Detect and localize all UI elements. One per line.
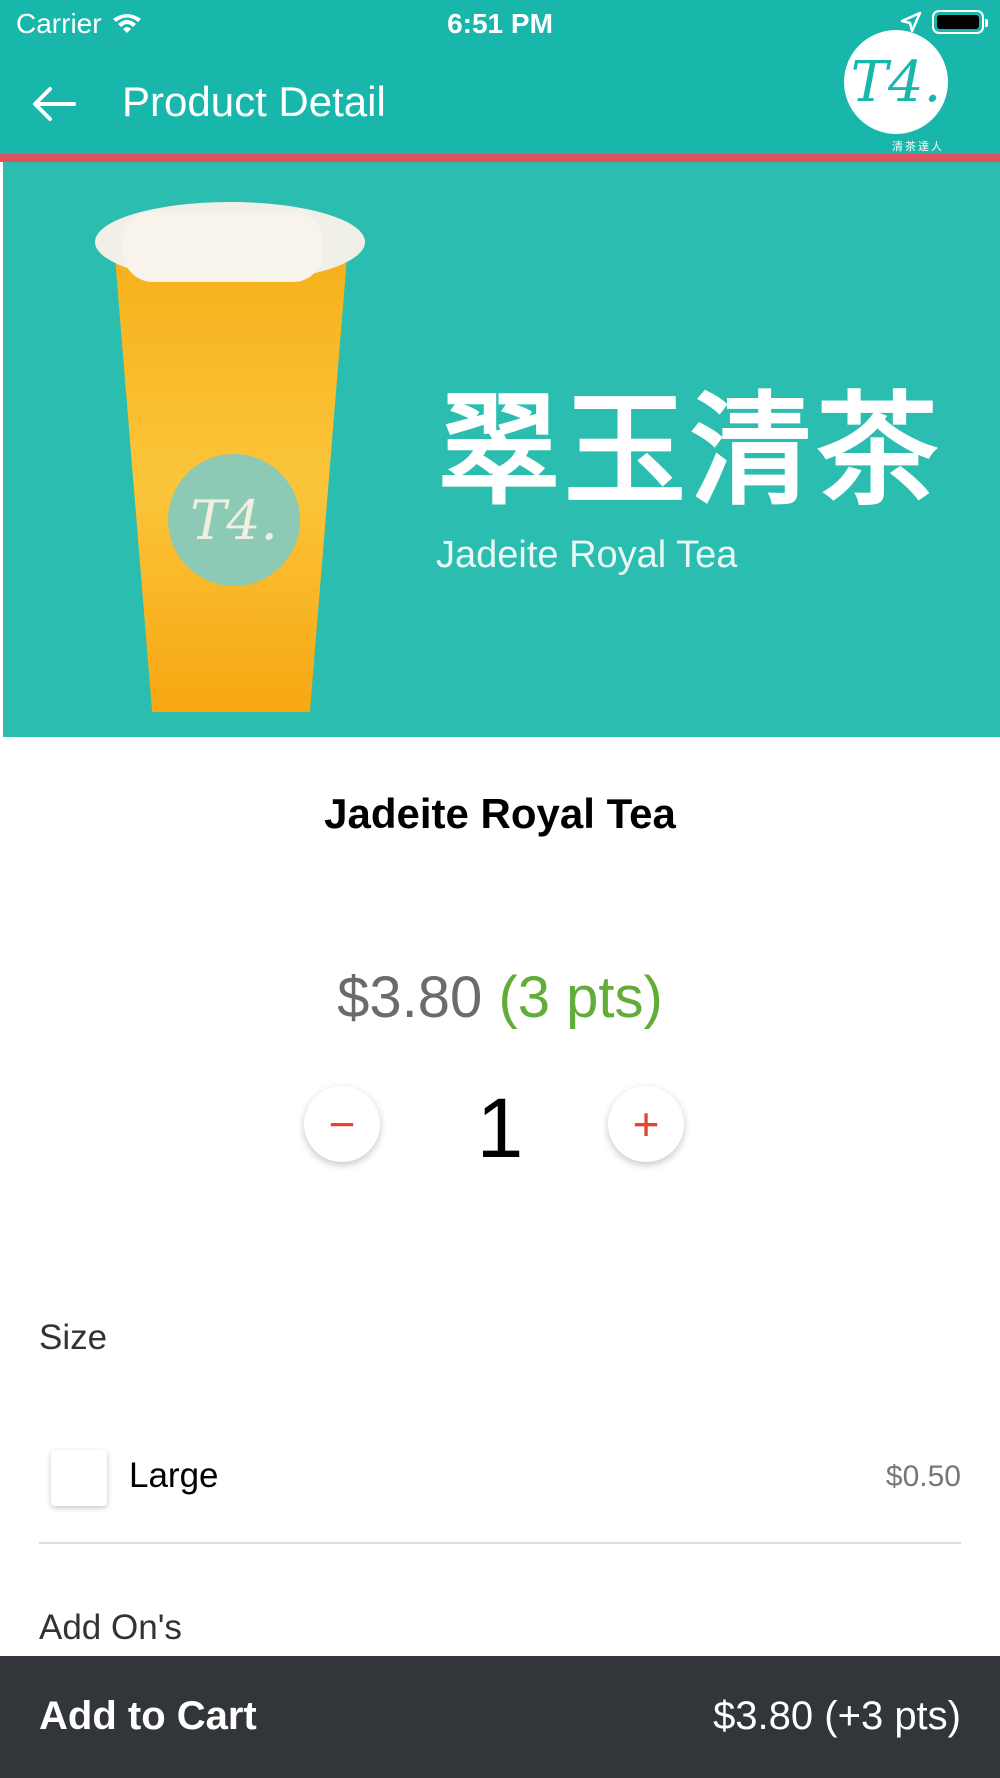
brand-logo: T4. bbox=[844, 30, 948, 134]
status-right-icons bbox=[900, 10, 988, 34]
add-to-cart-label: Add to Cart bbox=[39, 1694, 257, 1738]
large-checkbox[interactable] bbox=[51, 1450, 107, 1506]
hero-chinese-title: 翠玉清茶 bbox=[438, 380, 942, 522]
price-row: $3.80 (3 pts) bbox=[0, 964, 1000, 1031]
product-image: T4. 翠玉清茶 Jadeite Royal Tea bbox=[3, 162, 1000, 737]
minus-icon: − bbox=[328, 1098, 356, 1150]
add-to-cart-button[interactable]: Add to Cart $3.80 (+3 pts) bbox=[0, 1656, 1000, 1778]
option-label: Large bbox=[129, 1456, 219, 1495]
cup-ice bbox=[123, 212, 323, 282]
product-price: $3.80 bbox=[337, 965, 483, 1030]
cup-emblem: T4. bbox=[168, 454, 300, 586]
decrease-quantity-button[interactable]: − bbox=[304, 1086, 380, 1162]
brand-logo-text: T4. bbox=[850, 49, 942, 115]
nav-bar: Product Detail T4. 清茶達人 bbox=[0, 30, 1000, 154]
arrow-left-icon bbox=[33, 87, 76, 121]
brand-logo-subtext: 清茶達人 bbox=[892, 141, 944, 153]
increase-quantity-button[interactable]: + bbox=[608, 1086, 684, 1162]
quantity-value: 1 bbox=[476, 1081, 524, 1175]
status-bar: Carrier 6:51 PM bbox=[0, 0, 1000, 50]
header-accent-line bbox=[0, 154, 1000, 162]
back-button[interactable] bbox=[24, 78, 84, 130]
option-row-large[interactable]: Large $0.50 bbox=[39, 1440, 961, 1540]
addons-section-label: Add On's bbox=[39, 1608, 182, 1647]
option-divider bbox=[39, 1542, 961, 1544]
plus-icon: + bbox=[632, 1098, 660, 1150]
hero-english-title: Jadeite Royal Tea bbox=[436, 534, 738, 576]
quantity-stepper: 1 − + bbox=[0, 1081, 1000, 1175]
option-price: $0.50 bbox=[885, 1460, 961, 1493]
cart-total: $3.80 (+3 pts) bbox=[713, 1694, 961, 1738]
cup-emblem-text: T4. bbox=[190, 488, 278, 552]
size-section-label: Size bbox=[39, 1318, 108, 1357]
battery-icon bbox=[932, 10, 988, 34]
product-points: (3 pts) bbox=[498, 965, 663, 1030]
status-time: 6:51 PM bbox=[447, 8, 553, 39]
page-title: Product Detail bbox=[122, 78, 386, 125]
product-name: Jadeite Royal Tea bbox=[324, 790, 676, 837]
